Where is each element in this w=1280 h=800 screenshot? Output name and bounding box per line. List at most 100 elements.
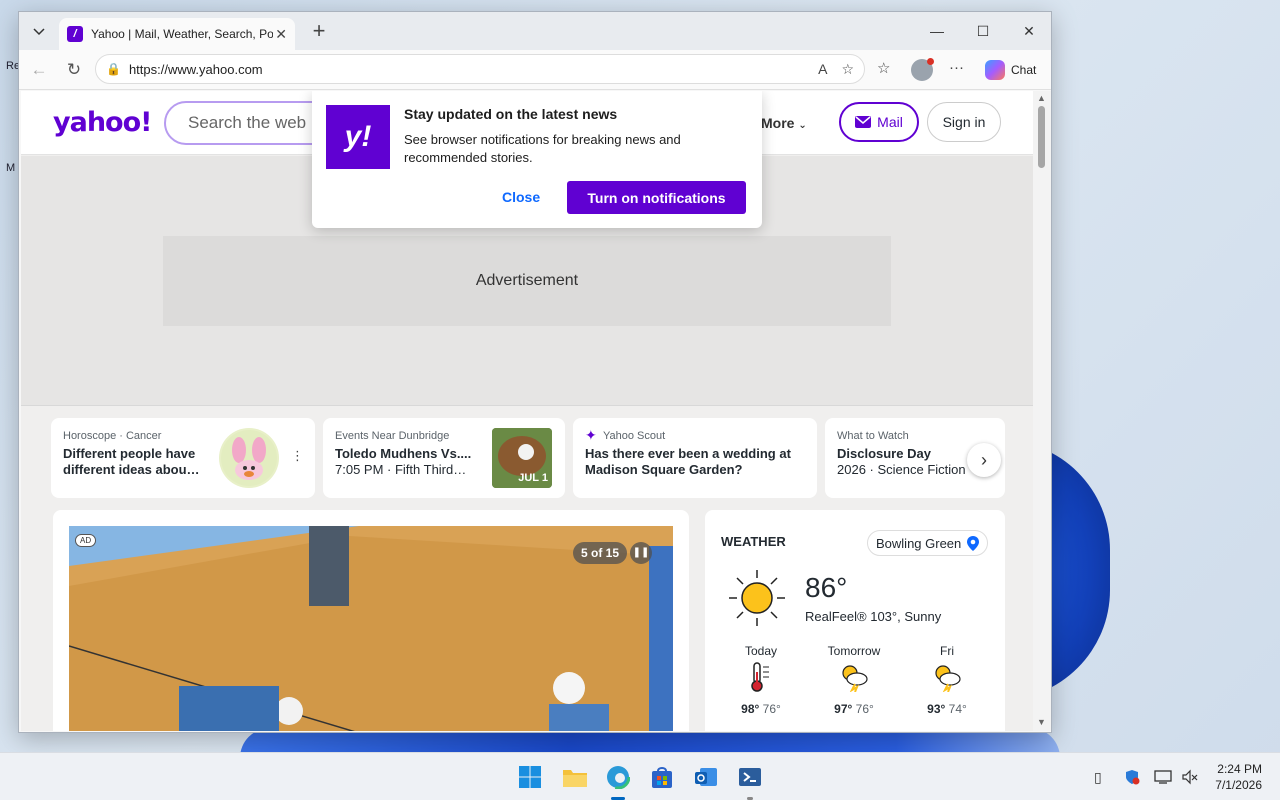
minimize-button[interactable]: — bbox=[925, 20, 949, 42]
yahoo-logo-icon: y! bbox=[326, 105, 390, 169]
forecast-high-low: 98° 76° bbox=[726, 702, 796, 716]
read-aloud-icon[interactable]: A bbox=[818, 61, 827, 78]
page-viewport: yahoo! Search the web More ⌄ Mail Sign i… bbox=[21, 91, 1033, 731]
forecast-high-low: 93° 74° bbox=[912, 702, 982, 716]
current-temperature: 86° bbox=[805, 572, 848, 603]
prompt-body: See browser notifications for breaking n… bbox=[404, 132, 681, 165]
notification-dot bbox=[927, 58, 934, 65]
forecast-high: 98° bbox=[741, 702, 760, 716]
clock-time: 2:24 PM bbox=[1217, 762, 1262, 776]
store-icon[interactable] bbox=[650, 765, 674, 789]
sign-in-button[interactable]: Sign in bbox=[927, 102, 1001, 142]
yahoo-scout-icon: ✦ bbox=[585, 427, 597, 443]
event-date-badge: JUL 1 bbox=[518, 472, 548, 484]
refresh-button[interactable]: ↻ bbox=[62, 58, 86, 82]
more-label: More bbox=[761, 115, 795, 131]
close-button[interactable]: Close bbox=[502, 189, 540, 205]
location-name: Bowling Green bbox=[876, 535, 962, 551]
pause-button[interactable]: ❚❚ bbox=[630, 542, 652, 564]
chat-label: Chat bbox=[1011, 63, 1037, 77]
outlook-icon[interactable] bbox=[694, 765, 718, 789]
scroll-down-icon[interactable]: ▼ bbox=[1037, 717, 1046, 727]
scroll-up-icon[interactable]: ▲ bbox=[1037, 93, 1046, 103]
mail-label: Mail bbox=[877, 114, 903, 130]
advertisement[interactable]: Advertisement bbox=[163, 236, 891, 326]
location-pin-icon bbox=[967, 535, 980, 551]
turn-on-notifications-button[interactable]: Turn on notifications bbox=[567, 181, 746, 214]
chevron-down-icon bbox=[33, 28, 45, 36]
card-title: Toledo Mudhens Vs.... 7:05 PM · Fifth Th… bbox=[335, 446, 495, 478]
card-kicker: Events Near Dunbridge bbox=[335, 430, 450, 442]
forecast-high: 97° bbox=[834, 702, 853, 716]
mail-icon bbox=[855, 116, 872, 128]
system-clock[interactable]: 2:24 PM 7/1/2026 bbox=[1208, 761, 1262, 793]
usb-device-icon[interactable]: ▯ bbox=[1094, 769, 1102, 786]
baseball-glove-image: JUL 1 bbox=[492, 428, 552, 488]
scroll-thumb[interactable] bbox=[1038, 106, 1045, 168]
forecast-high: 93° bbox=[927, 702, 946, 716]
location-selector[interactable]: Bowling Green bbox=[867, 530, 989, 556]
edge-browser-icon[interactable] bbox=[605, 764, 631, 790]
maximize-button[interactable]: ☐ bbox=[971, 20, 995, 42]
volume-muted-icon[interactable] bbox=[1182, 769, 1198, 788]
realfeel-text: RealFeel® 103°, Sunny bbox=[805, 609, 942, 624]
card-menu-icon[interactable]: ⋮ bbox=[291, 448, 304, 464]
card-kicker: Horoscope · Cancer bbox=[63, 430, 162, 442]
slide-counter: 5 of 15 bbox=[573, 542, 628, 564]
browser-window: / Yahoo | Mail, Weather, Search, Politic… bbox=[18, 11, 1052, 733]
notification-prompt: y! Stay updated on the latest news See b… bbox=[312, 91, 762, 228]
file-explorer-icon[interactable] bbox=[562, 765, 587, 789]
close-window-button[interactable]: ✕ bbox=[1017, 20, 1041, 42]
card-title-text: Disclosure Day bbox=[837, 446, 931, 461]
desktop-icon-label[interactable]: M bbox=[6, 162, 15, 174]
forecast-low: 76° bbox=[762, 702, 781, 716]
card-title: Has there ever been a wedding at Madison… bbox=[585, 446, 791, 477]
yahoo-logo[interactable]: yahoo! bbox=[53, 107, 152, 138]
card-title-text: Toledo Mudhens Vs.... bbox=[335, 446, 472, 461]
strip-card-events[interactable]: Events Near Dunbridge Toledo Mudhens Vs.… bbox=[323, 418, 565, 498]
card-title: Different people have different ideas ab… bbox=[63, 446, 200, 477]
forecast-day: Tomorrow bbox=[827, 644, 881, 658]
thermometer-icon bbox=[726, 662, 796, 694]
lock-icon[interactable]: 🔒 bbox=[106, 62, 121, 76]
weather-title: WEATHER bbox=[721, 534, 786, 549]
tab-yahoo[interactable]: / Yahoo | Mail, Weather, Search, Politic… bbox=[59, 18, 295, 50]
forecast-fri: Fri 93° 74° bbox=[912, 644, 982, 716]
page-scrollbar[interactable]: ▲ ▼ bbox=[1033, 91, 1051, 731]
favorite-star-icon[interactable]: ☆ bbox=[841, 61, 854, 78]
card-kicker: Yahoo Scout bbox=[603, 430, 666, 442]
new-tab-button[interactable]: + bbox=[307, 20, 331, 44]
card-subtitle: 7:05 PM · Fifth Third… bbox=[335, 462, 467, 477]
security-shield-icon[interactable] bbox=[1124, 769, 1140, 788]
network-icon[interactable] bbox=[1154, 769, 1172, 788]
ad-tag: AD bbox=[75, 534, 97, 547]
taskbar: ▯ 2:24 PM 7/1/2026 bbox=[0, 752, 1280, 800]
more-options-icon[interactable]: ··· bbox=[949, 59, 964, 76]
tab-list-button[interactable] bbox=[25, 18, 53, 46]
strip-card-horoscope[interactable]: Horoscope · Cancer Different people have… bbox=[51, 418, 315, 498]
card-title: Disclosure Day 2026 · Science Fiction bbox=[837, 446, 977, 478]
close-tab-icon[interactable]: ✕ bbox=[275, 26, 287, 43]
carousel-next-button[interactable]: › bbox=[967, 443, 1001, 477]
thunderstorm-sun-icon bbox=[912, 662, 982, 694]
url-text[interactable]: https://www.yahoo.com bbox=[129, 62, 263, 77]
prompt-title: Stay updated on the latest news bbox=[404, 106, 618, 122]
back-button[interactable]: ← bbox=[27, 58, 51, 82]
strip-card-scout[interactable]: Yahoo Scout ✦ Has there ever been a wedd… bbox=[573, 418, 817, 498]
thunderstorm-sun-icon bbox=[819, 662, 889, 694]
forecast-day: Today bbox=[744, 644, 778, 658]
card-subtitle: 2026 · Science Fiction bbox=[837, 462, 966, 477]
hero-slideshow[interactable]: AD 5 of 15 ❚❚ bbox=[53, 510, 689, 731]
start-button[interactable] bbox=[518, 765, 542, 789]
roofing-workers-image[interactable]: AD 5 of 15 ❚❚ bbox=[69, 526, 673, 731]
forecast-day: Fri bbox=[940, 644, 954, 658]
forecast-low: 74° bbox=[948, 702, 967, 716]
address-bar[interactable]: 🔒 https://www.yahoo.com A ☆ bbox=[95, 54, 865, 84]
forecast-low: 76° bbox=[855, 702, 874, 716]
powershell-icon[interactable] bbox=[738, 765, 762, 789]
copilot-chat-button[interactable]: Chat bbox=[981, 57, 1046, 83]
favorites-icon[interactable]: ☆ bbox=[877, 59, 890, 77]
card-kicker: What to Watch bbox=[837, 430, 909, 442]
more-menu-button[interactable]: More ⌄ bbox=[761, 115, 807, 131]
mail-button[interactable]: Mail bbox=[839, 102, 919, 142]
